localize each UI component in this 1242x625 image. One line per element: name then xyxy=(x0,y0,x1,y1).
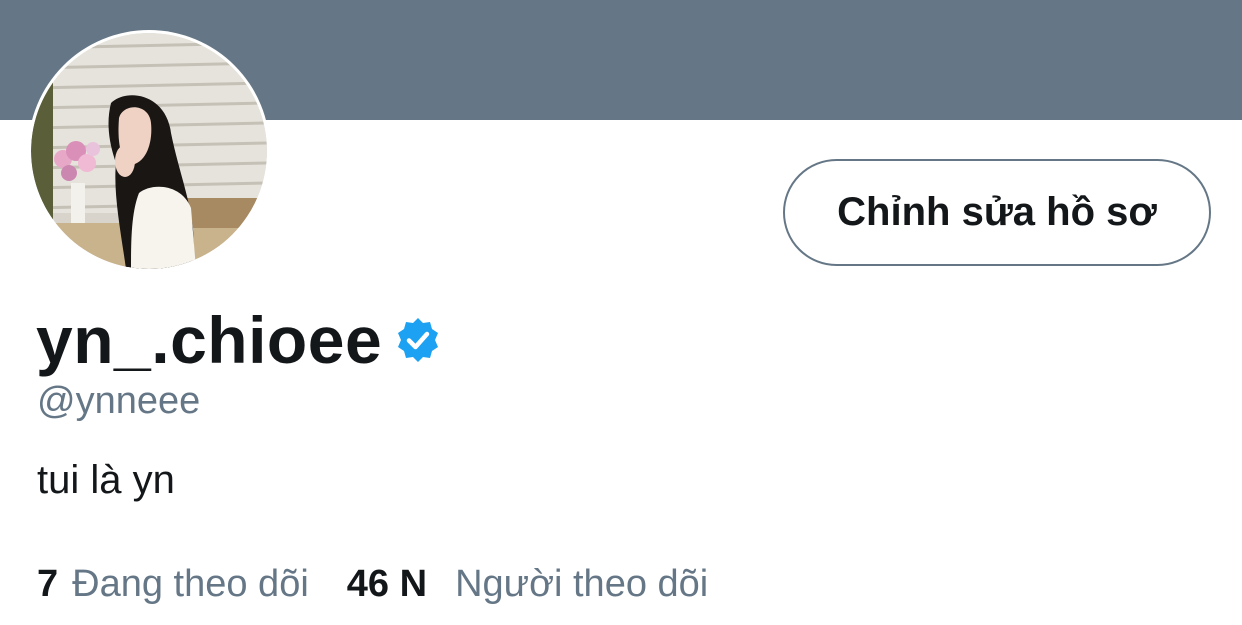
profile-bio: tui là yn xyxy=(37,458,175,502)
avatar-photo xyxy=(31,33,267,269)
followers-stat[interactable]: 46 N Người theo dõi xyxy=(347,563,708,606)
following-count: 7 xyxy=(37,562,59,605)
followers-label: Người theo dõi xyxy=(455,562,709,605)
avatar[interactable] xyxy=(28,30,270,272)
profile-handle: @ynneee xyxy=(37,380,201,422)
profile-name-row: yn_.chioee xyxy=(36,300,442,380)
edit-profile-button[interactable]: Chỉnh sửa hồ sơ xyxy=(783,159,1211,266)
verified-badge-icon xyxy=(398,318,439,362)
following-label: Đang theo dõi xyxy=(72,562,309,605)
profile-stats: 7 Đang theo dõi 46 N Người theo dõi xyxy=(37,560,708,608)
following-stat[interactable]: 7 Đang theo dõi xyxy=(37,563,309,606)
followers-count: 46 N xyxy=(346,562,428,605)
display-name: yn_.chioee xyxy=(36,303,383,377)
